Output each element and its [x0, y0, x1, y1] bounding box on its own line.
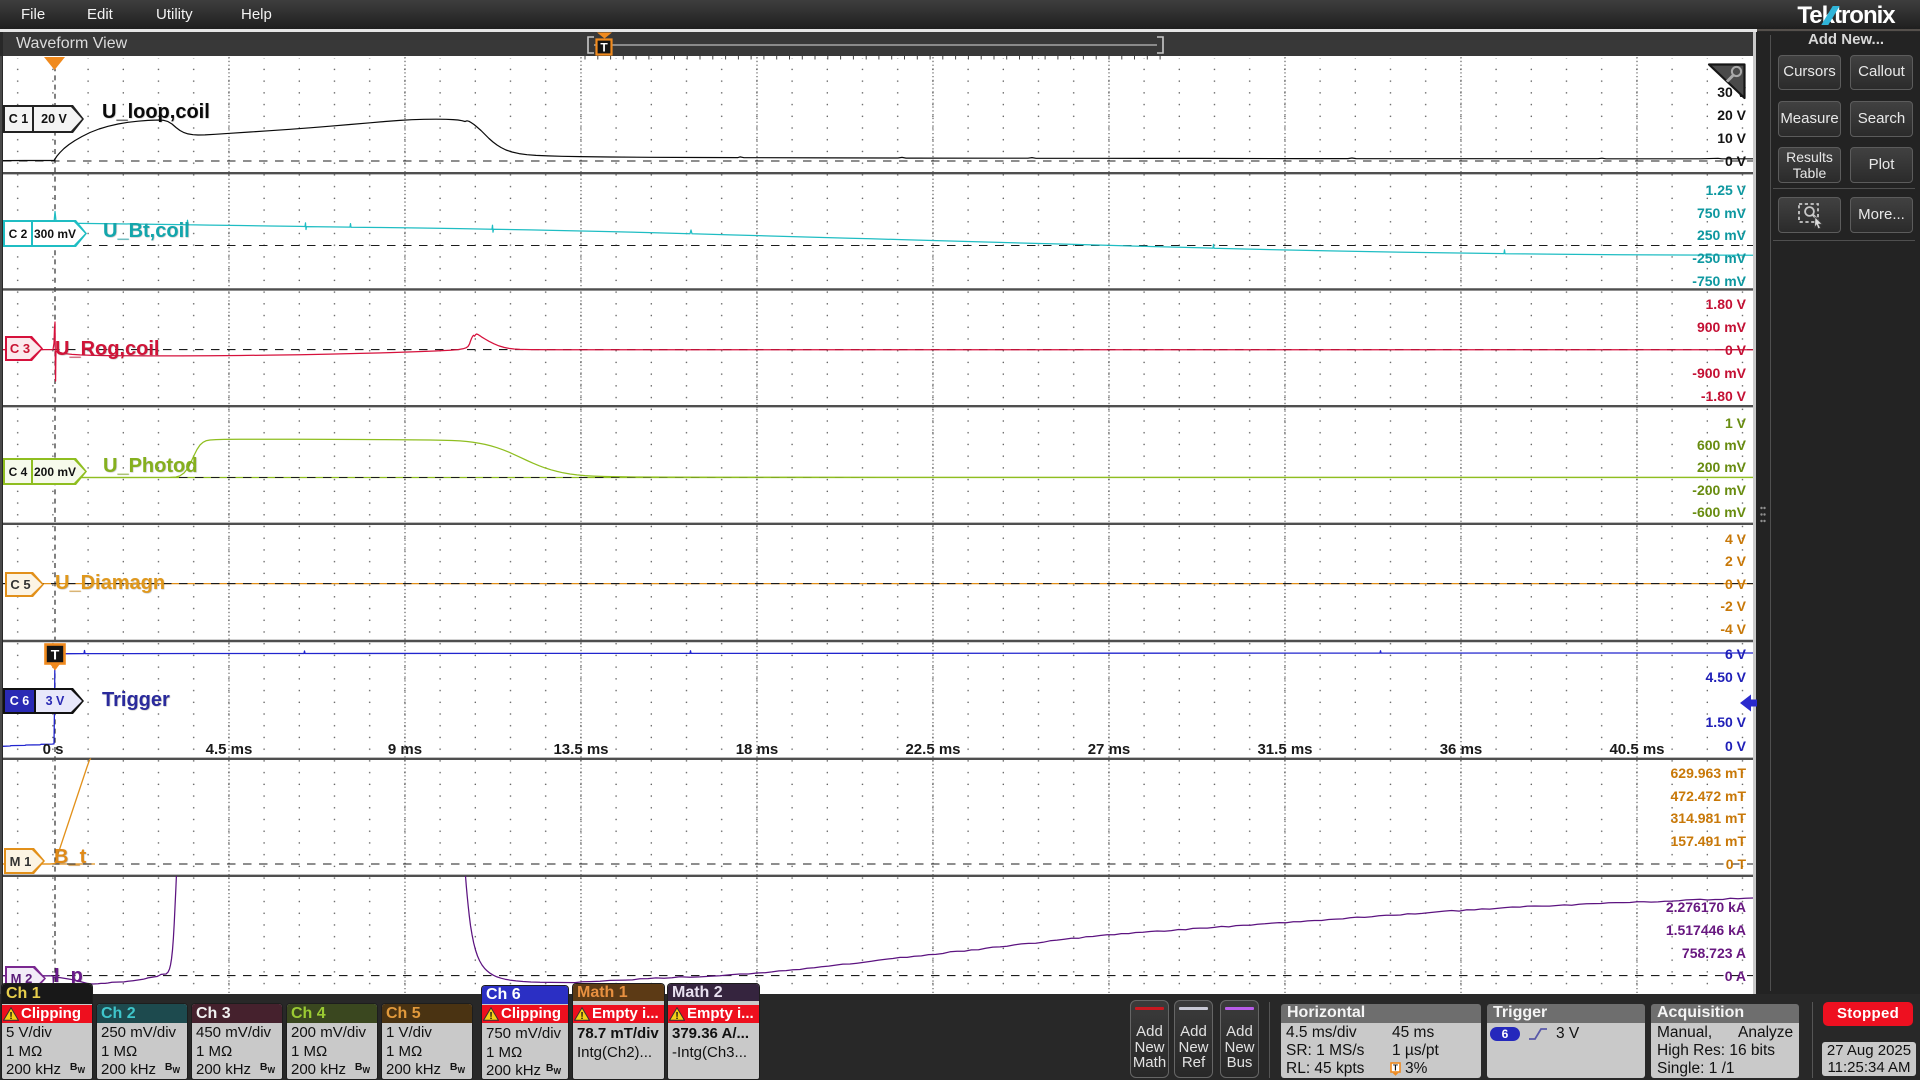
svg-text:!: !: [489, 1011, 492, 1021]
svg-text:T: T: [600, 41, 608, 55]
svg-text:T: T: [1393, 1064, 1398, 1073]
svg-text:!: !: [9, 1011, 12, 1021]
svg-text:!: !: [580, 1011, 583, 1021]
svg-text:T: T: [51, 647, 60, 663]
svg-text:!: !: [675, 1011, 678, 1021]
